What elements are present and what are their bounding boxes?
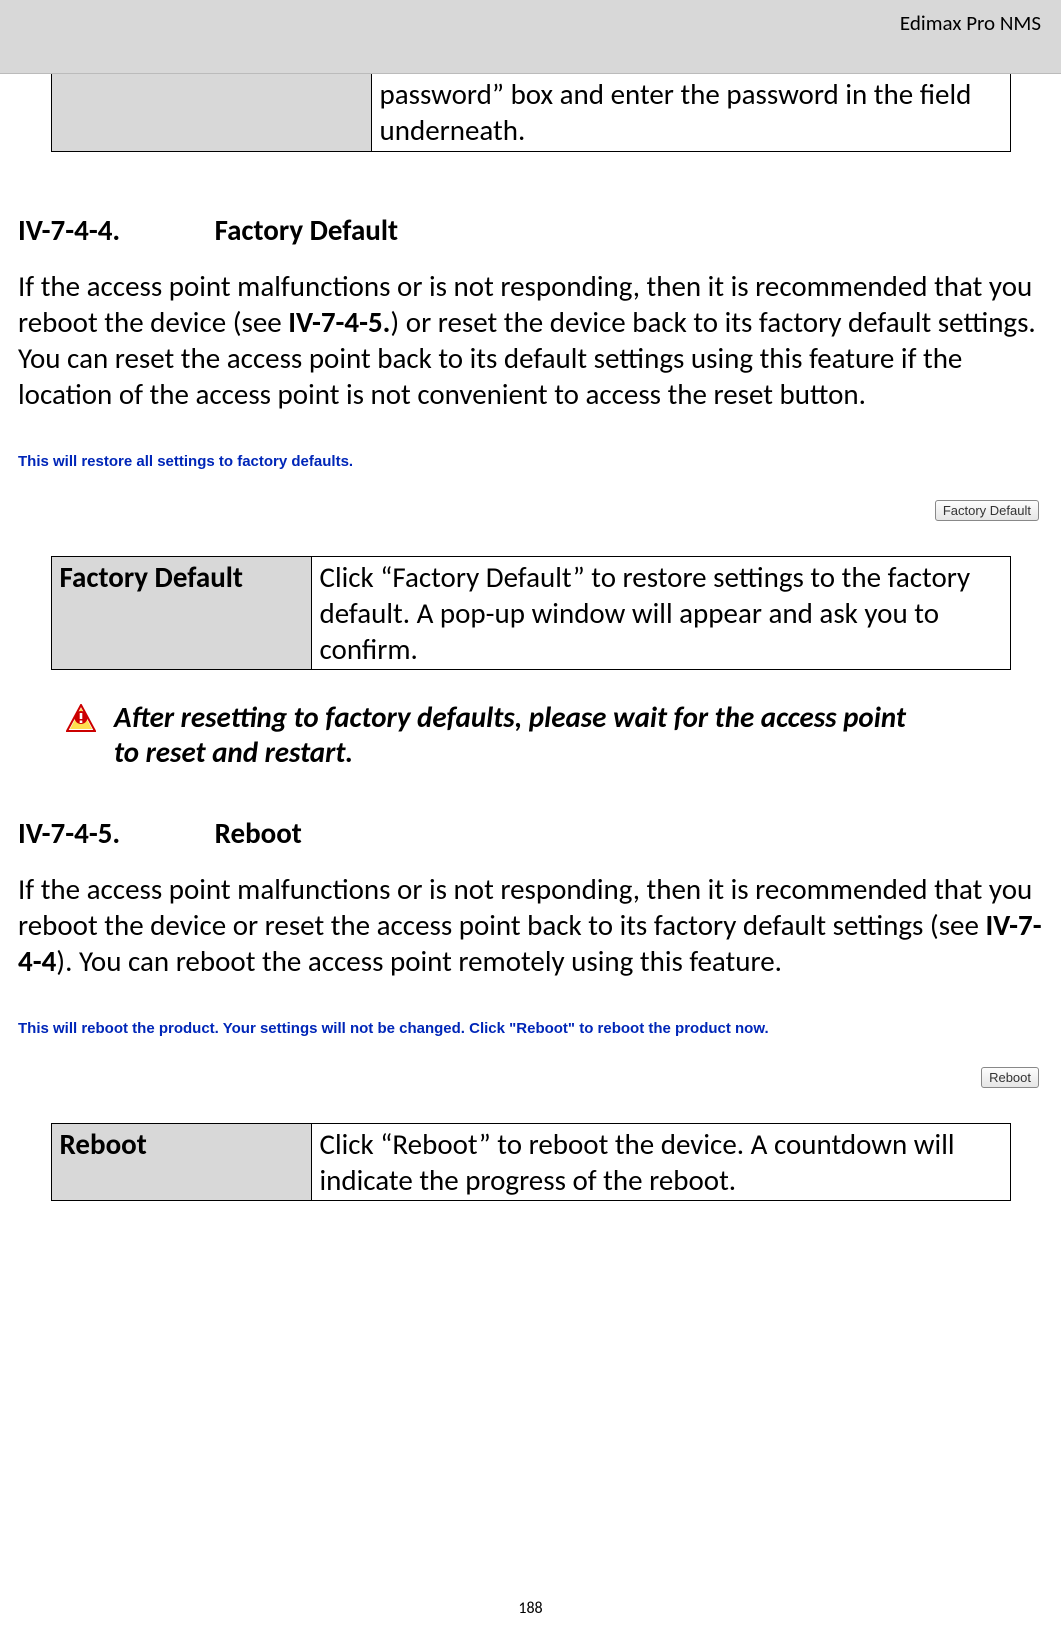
section-number: IV-7-4-5.: [18, 815, 208, 851]
header-title: Edimax Pro NMS: [900, 10, 1041, 36]
fragment-table: password” box and enter the password in …: [51, 74, 1011, 152]
section-title: Reboot: [215, 815, 302, 851]
reboot-caption: This will reboot the product. Your setti…: [18, 1020, 1043, 1037]
factory-default-table: Factory Default Click “Factory Default” …: [51, 556, 1011, 671]
factory-default-button[interactable]: Factory Default: [935, 500, 1039, 521]
section-heading-factory-default: IV-7-4-4. Factory Default: [18, 212, 1043, 248]
section-heading-reboot: IV-7-4-5. Reboot: [18, 815, 1043, 851]
section-number: IV-7-4-4.: [18, 212, 208, 248]
warning-icon: [66, 704, 96, 737]
factory-default-paragraph: If the access point malfunctions or is n…: [18, 268, 1043, 413]
warning-note: After resetting to factory defaults, ple…: [66, 700, 1043, 770]
reboot-paragraph: If the access point malfunctions or is n…: [18, 871, 1043, 980]
fragment-table-left: [51, 74, 371, 151]
factory-default-table-label: Factory Default: [51, 556, 311, 670]
factory-default-table-desc: Click “Factory Default” to restore setti…: [311, 556, 1010, 670]
page-header-bar: Edimax Pro NMS: [0, 0, 1061, 74]
section-title: Factory Default: [215, 212, 399, 248]
reboot-screenshot: This will reboot the product. Your setti…: [18, 1020, 1043, 1088]
factory-default-screenshot: This will restore all settings to factor…: [18, 453, 1043, 521]
warning-text: After resetting to factory defaults, ple…: [114, 700, 934, 770]
reboot-table-label: Reboot: [51, 1123, 311, 1201]
reboot-table-desc: Click “Reboot” to reboot the device. A c…: [311, 1123, 1010, 1201]
fragment-table-right: password” box and enter the password in …: [371, 74, 1010, 151]
reboot-table: Reboot Click “Reboot” to reboot the devi…: [51, 1123, 1011, 1202]
reboot-button[interactable]: Reboot: [981, 1067, 1039, 1088]
page-number: 188: [0, 1599, 1061, 1618]
factory-default-caption: This will restore all settings to factor…: [18, 453, 1043, 470]
